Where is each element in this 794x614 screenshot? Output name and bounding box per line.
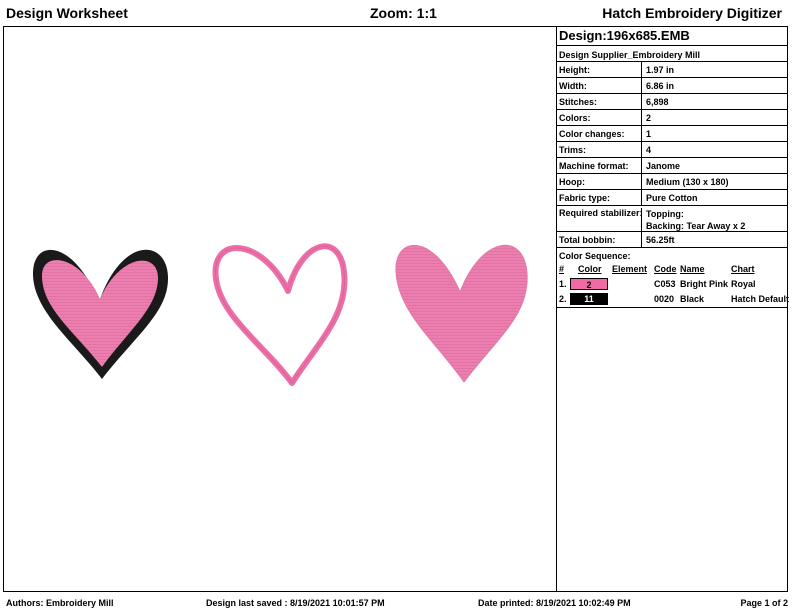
prop-label: Required stabilizer: bbox=[556, 208, 643, 231]
prop-value: Pure Cotton bbox=[646, 192, 698, 203]
color-code: 0020 bbox=[654, 294, 675, 304]
prop-row-stabilizer: Required stabilizer: Topping: Backing: T… bbox=[556, 206, 787, 232]
color-name: Bright Pink bbox=[680, 279, 729, 289]
prop-value: Janome bbox=[646, 160, 681, 171]
heart-pink-filled-icon bbox=[395, 244, 528, 383]
prop-row-total-bobbin: Total bobbin: 56.25ft bbox=[556, 232, 787, 248]
prop-value: 56.25ft bbox=[646, 234, 675, 245]
prop-label: Width: bbox=[556, 78, 642, 93]
app-name: Hatch Embroidery Digitizer bbox=[602, 5, 782, 21]
prop-value: Topping: Backing: Tear Away x 2 bbox=[642, 208, 745, 232]
heart-pink-outline-icon bbox=[212, 243, 348, 386]
prop-label: Hoop: bbox=[556, 174, 642, 189]
prop-row-machine-format: Machine format: Janome bbox=[556, 158, 787, 174]
prop-label: Trims: bbox=[556, 142, 642, 157]
prop-row-color-changes: Color changes: 1 bbox=[556, 126, 787, 142]
zoom-level: Zoom: 1:1 bbox=[370, 5, 437, 21]
prop-row-trims: Trims: 4 bbox=[556, 142, 787, 158]
prop-value: 4 bbox=[646, 144, 652, 155]
prop-value: 2 bbox=[646, 112, 652, 123]
prop-row-width: Width: 6.86 in bbox=[556, 78, 787, 94]
footer-authors: Authors: Embroidery Mill bbox=[6, 598, 114, 608]
color-name: Black bbox=[680, 294, 705, 304]
design-info-panel: Design:196x685.EMB Design Supplier_Embro… bbox=[556, 27, 790, 591]
color-chart: Royal bbox=[731, 279, 756, 289]
prop-row-colors: Colors: 2 bbox=[556, 110, 787, 126]
worksheet-footer: Authors: Embroidery Mill Design last sav… bbox=[0, 596, 794, 614]
prop-label: Machine format: bbox=[556, 158, 642, 173]
prop-value: 1.97 in bbox=[646, 64, 675, 75]
prop-label: Total bobbin: bbox=[556, 232, 642, 247]
footer-page-number: Page 1 of 2 bbox=[740, 598, 788, 608]
stabilizer-topping: Topping: bbox=[646, 209, 684, 219]
design-name: Design:196x685.EMB bbox=[556, 27, 787, 46]
prop-label: Height: bbox=[556, 62, 642, 77]
col-element: Element bbox=[612, 264, 648, 274]
design-canvas bbox=[4, 27, 557, 591]
color-code: C053 bbox=[654, 279, 676, 289]
col-chart: Chart bbox=[731, 264, 755, 274]
color-chart: Hatch Default bbox=[731, 294, 790, 304]
footer-last-saved: Design last saved : 8/19/2021 10:01:57 P… bbox=[206, 598, 385, 608]
col-num: # bbox=[559, 264, 565, 274]
worksheet-frame: Design:196x685.EMB Design Supplier_Embro… bbox=[3, 26, 790, 592]
prop-row-hoop: Hoop: Medium (130 x 180) bbox=[556, 174, 787, 190]
color-sequence-title: Color Sequence: bbox=[559, 251, 631, 261]
prop-label: Fabric type: bbox=[556, 190, 642, 205]
col-code: Code bbox=[654, 264, 677, 274]
color-sequence-header: # Color Element Code Name Chart bbox=[556, 262, 787, 277]
prop-value: 6.86 in bbox=[646, 80, 675, 91]
prop-label: Colors: bbox=[556, 110, 642, 125]
prop-row-height: Height: 1.97 in bbox=[556, 62, 787, 78]
stabilizer-backing: Backing: Tear Away x 2 bbox=[646, 221, 746, 231]
design-preview bbox=[32, 243, 528, 386]
color-row-num: 1. bbox=[559, 279, 567, 289]
prop-label: Stitches: bbox=[556, 94, 642, 109]
color-row: 2. 11 0020 Black Hatch Default bbox=[556, 292, 790, 307]
color-row-num: 2. bbox=[559, 294, 567, 304]
col-color: Color bbox=[578, 264, 602, 274]
color-row: 1. 2 C053 Bright Pink Royal bbox=[556, 277, 787, 292]
worksheet-title: Design Worksheet bbox=[6, 5, 128, 21]
color-chip: 11 bbox=[570, 293, 608, 305]
worksheet-header: Design Worksheet Zoom: 1:1 Hatch Embroid… bbox=[0, 0, 794, 26]
heart-black-outline-icon bbox=[32, 249, 169, 379]
footer-date-printed: Date printed: 8/19/2021 10:02:49 PM bbox=[478, 598, 631, 608]
prop-row-stitches: Stitches: 6,898 bbox=[556, 94, 787, 110]
prop-value: 1 bbox=[646, 128, 652, 139]
prop-value: 6,898 bbox=[646, 96, 669, 107]
prop-label: Color changes: bbox=[556, 126, 642, 141]
design-supplier: Design Supplier_Embroidery Mill bbox=[556, 46, 787, 62]
prop-value: Medium (130 x 180) bbox=[646, 176, 729, 187]
color-chip: 2 bbox=[570, 278, 608, 290]
col-name: Name bbox=[680, 264, 705, 274]
color-sequence: Color Sequence: # Color Element Code Nam… bbox=[556, 248, 790, 308]
prop-row-fabric-type: Fabric type: Pure Cotton bbox=[556, 190, 787, 206]
